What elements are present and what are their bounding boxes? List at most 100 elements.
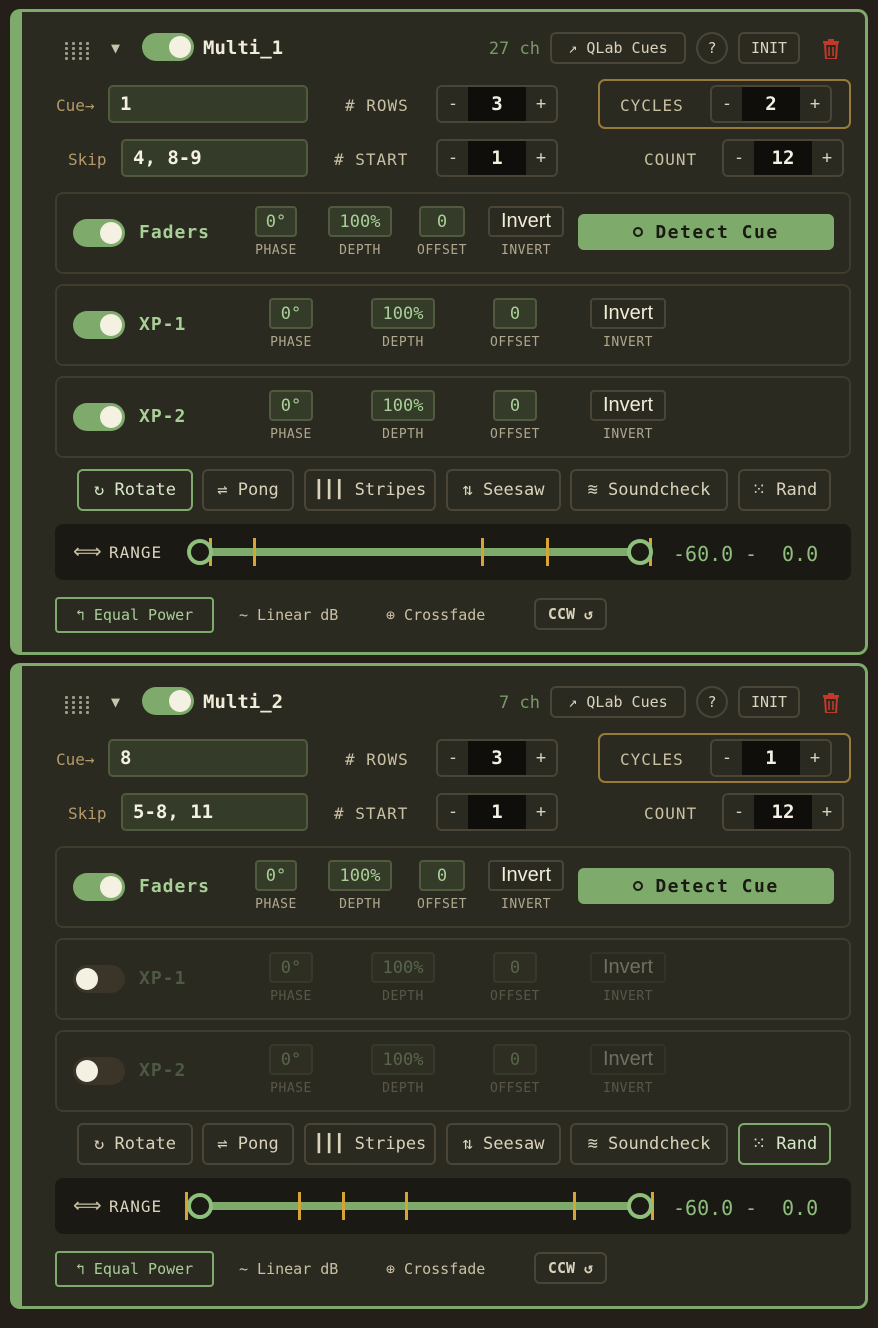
chevron-down-icon[interactable]: ▼ (111, 693, 125, 711)
offset-input[interactable]: 0 (493, 390, 537, 421)
depth-input[interactable]: 100% (328, 860, 392, 891)
depth-input[interactable]: 100% (371, 1044, 435, 1075)
panel-title[interactable]: Multi_2 (203, 691, 283, 713)
count-increment-button[interactable]: + (812, 141, 842, 175)
curve-equal-power-option[interactable]: ↰ Equal Power (55, 597, 214, 633)
rows-decrement-button[interactable]: - (438, 741, 468, 775)
count-decrement-button[interactable]: - (724, 795, 754, 829)
mode-pong-button[interactable]: ⇌ Pong (202, 1123, 294, 1165)
start-value[interactable]: 1 (468, 141, 526, 175)
curve-equal-power-option[interactable]: ↰ Equal Power (55, 1251, 214, 1287)
offset-input[interactable]: 0 (493, 298, 537, 329)
start-stepper[interactable]: -1 + (436, 139, 558, 177)
invert-input[interactable]: Invert (488, 206, 564, 237)
start-decrement-button[interactable]: - (438, 141, 468, 175)
invert-input[interactable]: Invert (590, 298, 666, 329)
range-max-handle[interactable] (627, 539, 653, 565)
range-min-handle[interactable] (187, 1193, 213, 1219)
panel-enable-toggle[interactable] (142, 33, 194, 61)
start-value[interactable]: 1 (468, 795, 526, 829)
rows-stepper[interactable]: -3 + (436, 85, 558, 123)
direction-ccw-button[interactable]: CCW ↺ (534, 1252, 607, 1284)
mode-rand-button[interactable]: ⁙ Rand (738, 1123, 831, 1165)
cycles-decrement-button[interactable]: - (712, 741, 742, 775)
range-min-handle[interactable] (187, 539, 213, 565)
trash-icon[interactable] (822, 39, 840, 60)
track-enable-toggle[interactable] (73, 965, 125, 993)
track-enable-toggle[interactable] (73, 873, 125, 901)
depth-input[interactable]: 100% (371, 298, 435, 329)
curve-linear-db-option[interactable]: ~ Linear dB (239, 1251, 351, 1287)
rows-stepper[interactable]: -3 + (436, 739, 558, 777)
offset-input[interactable]: 0 (419, 860, 465, 891)
chevron-down-icon[interactable]: ▼ (111, 39, 125, 57)
start-increment-button[interactable]: + (526, 141, 556, 175)
skip-input[interactable]: 5-8, 11 (121, 793, 308, 831)
count-stepper[interactable]: -12 + (722, 793, 844, 831)
cue-input[interactable]: 8 (108, 739, 308, 777)
qlab-cues-button[interactable]: ↗ QLab Cues (550, 32, 686, 64)
mode-rotate-button[interactable]: ↻ Rotate (77, 469, 193, 511)
phase-input[interactable]: 0° (269, 390, 313, 421)
trash-icon[interactable] (822, 693, 840, 714)
mode-stripes-button[interactable]: ┃┃┃ Stripes (304, 1123, 436, 1165)
depth-input[interactable]: 100% (371, 952, 435, 983)
help-button[interactable]: ? (696, 32, 728, 64)
count-value[interactable]: 12 (754, 795, 812, 829)
mode-rand-button[interactable]: ⁙ Rand (738, 469, 831, 511)
panel-title[interactable]: Multi_1 (203, 37, 283, 59)
rows-increment-button[interactable]: + (526, 87, 556, 121)
rows-decrement-button[interactable]: - (438, 87, 468, 121)
qlab-cues-button[interactable]: ↗ QLab Cues (550, 686, 686, 718)
mode-pong-button[interactable]: ⇌ Pong (202, 469, 294, 511)
depth-input[interactable]: 100% (328, 206, 392, 237)
cycles-decrement-button[interactable]: - (712, 87, 742, 121)
mode-rotate-button[interactable]: ↻ Rotate (77, 1123, 193, 1165)
cycles-value[interactable]: 2 (742, 87, 800, 121)
count-increment-button[interactable]: + (812, 795, 842, 829)
track-enable-toggle[interactable] (73, 311, 125, 339)
mode-soundcheck-button[interactable]: ≋ Soundcheck (570, 1123, 728, 1165)
phase-input[interactable]: 0° (269, 1044, 313, 1075)
phase-input[interactable]: 0° (269, 298, 313, 329)
skip-input[interactable]: 4, 8-9 (121, 139, 308, 177)
cycles-increment-button[interactable]: + (800, 87, 830, 121)
direction-ccw-button[interactable]: CCW ↺ (534, 598, 607, 630)
drag-handle-icon[interactable] (65, 696, 89, 716)
rows-increment-button[interactable]: + (526, 741, 556, 775)
phase-input[interactable]: 0° (255, 206, 297, 237)
offset-input[interactable]: 0 (419, 206, 465, 237)
cycles-stepper[interactable]: -2 + (710, 85, 832, 123)
track-enable-toggle[interactable] (73, 1057, 125, 1085)
depth-input[interactable]: 100% (371, 390, 435, 421)
count-stepper[interactable]: -12 + (722, 139, 844, 177)
mode-soundcheck-button[interactable]: ≋ Soundcheck (570, 469, 728, 511)
cycles-value[interactable]: 1 (742, 741, 800, 775)
offset-input[interactable]: 0 (493, 1044, 537, 1075)
detect-cue-button[interactable]: Detect Cue (578, 868, 834, 904)
track-enable-toggle[interactable] (73, 403, 125, 431)
phase-input[interactable]: 0° (269, 952, 313, 983)
panel-enable-toggle[interactable] (142, 687, 194, 715)
curve-crossfade-option[interactable]: ⊕ Crossfade (386, 597, 498, 633)
invert-input[interactable]: Invert (590, 390, 666, 421)
offset-input[interactable]: 0 (493, 952, 537, 983)
rows-value[interactable]: 3 (468, 87, 526, 121)
invert-input[interactable]: Invert (488, 860, 564, 891)
start-stepper[interactable]: -1 + (436, 793, 558, 831)
curve-crossfade-option[interactable]: ⊕ Crossfade (386, 1251, 498, 1287)
cycles-stepper[interactable]: -1 + (710, 739, 832, 777)
drag-handle-icon[interactable] (65, 42, 89, 62)
init-button[interactable]: INIT (738, 686, 800, 718)
count-decrement-button[interactable]: - (724, 141, 754, 175)
init-button[interactable]: INIT (738, 32, 800, 64)
mode-seesaw-button[interactable]: ⇅ Seesaw (446, 469, 561, 511)
rows-value[interactable]: 3 (468, 741, 526, 775)
track-enable-toggle[interactable] (73, 219, 125, 247)
cue-input[interactable]: 1 (108, 85, 308, 123)
count-value[interactable]: 12 (754, 141, 812, 175)
invert-input[interactable]: Invert (590, 952, 666, 983)
start-increment-button[interactable]: + (526, 795, 556, 829)
detect-cue-button[interactable]: Detect Cue (578, 214, 834, 250)
help-button[interactable]: ? (696, 686, 728, 718)
